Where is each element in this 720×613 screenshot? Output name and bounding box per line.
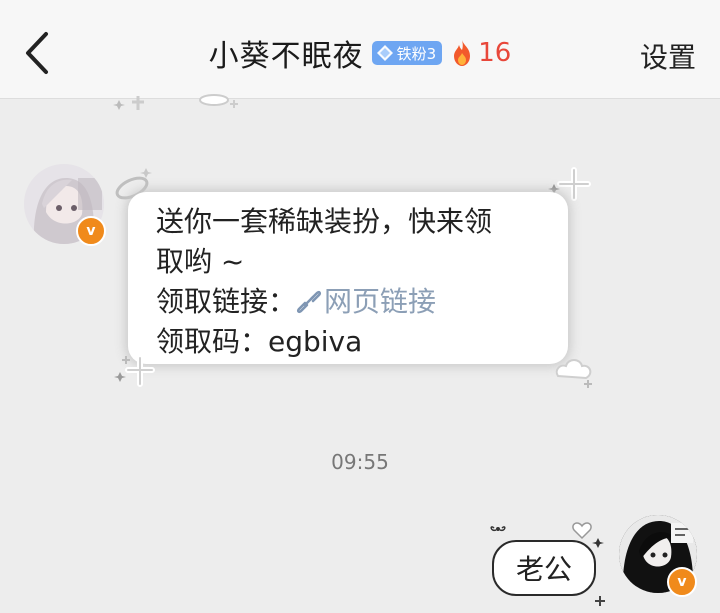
sparkle-cross-icon-bottom <box>114 355 155 387</box>
message-line-2: 取哟 ~ <box>156 245 245 278</box>
fan-level-badge[interactable]: 铁粉3 <box>371 41 443 65</box>
chat-title: 小葵不眠夜 <box>208 39 364 74</box>
outgoing-message-bubble[interactable]: 老公 <box>492 540 596 596</box>
sparkle-decoration-icon <box>113 94 238 110</box>
fire-count: 16 <box>478 38 512 68</box>
incoming-message-bubble[interactable]: 送你一套稀缺装扮，快来领 取哟 ~ 领取链接： 网页链接 领取码：egbiva <box>128 192 568 364</box>
web-link-text: 网页链接 <box>324 285 437 318</box>
message-link-line: 领取链接： 网页链接 <box>156 282 540 322</box>
fire-streak[interactable]: 16 <box>450 38 511 68</box>
title-group: 小葵不眠夜 铁粉3 16 <box>0 30 720 76</box>
message-timestamp: 09:55 <box>331 450 389 474</box>
cloud-decoration-icon <box>555 359 592 388</box>
diamond-icon <box>376 45 393 61</box>
settings-button[interactable]: 设置 <box>640 36 696 76</box>
chat-header: 小葵不眠夜 铁粉3 16 设置 <box>0 0 720 99</box>
link-prefix: 领取链接： <box>156 285 297 318</box>
fan-badge-label: 铁粉3 <box>396 44 437 63</box>
web-link[interactable]: 网页链接 <box>296 285 436 318</box>
claim-code-line: 领取码：egbiva <box>156 325 363 358</box>
link-icon <box>296 290 322 314</box>
outgoing-message-text: 老公 <box>515 553 572 586</box>
message-line-1: 送你一套稀缺装扮，快来领 <box>156 205 493 238</box>
fire-icon <box>454 40 471 66</box>
verified-v-icon: v <box>76 216 106 246</box>
verified-v-icon-self: v <box>667 567 697 597</box>
